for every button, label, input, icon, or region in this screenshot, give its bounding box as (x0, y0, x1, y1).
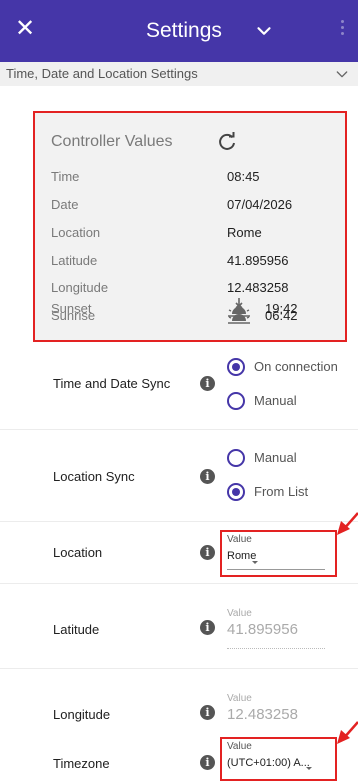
info-icon[interactable]: i (200, 755, 215, 770)
latitude-row: Latitude i Value 41.895956 (0, 584, 358, 669)
radio-on-connection[interactable] (227, 358, 245, 376)
controller-row-date: Date 07/04/2026 (35, 197, 345, 219)
controller-value: 07/04/2026 (227, 197, 293, 212)
section-header[interactable]: Time, Date and Location Settings (0, 62, 358, 86)
controller-value: 08:45 (227, 169, 260, 184)
field-value: 12.483258 (227, 706, 298, 723)
sunset-icon (228, 298, 250, 317)
location-sync-label: Location Sync (53, 469, 135, 484)
info-icon[interactable]: i (200, 469, 215, 484)
time-date-sync-label: Time and Date Sync (53, 376, 171, 391)
info-icon[interactable]: i (200, 376, 215, 391)
radio-manual[interactable] (227, 392, 245, 410)
longitude-field: Value 12.483258 (227, 693, 298, 723)
controller-values-title: Controller Values (51, 133, 173, 150)
info-icon[interactable]: i (200, 620, 215, 635)
longitude-label: Longitude (53, 707, 111, 722)
field-caption: Value (227, 693, 252, 704)
field-value: 41.895956 (227, 621, 298, 638)
time-date-sync-row: Time and Date Sync i On connection Manua… (0, 345, 358, 430)
radio-label-from-list: From List (254, 484, 309, 499)
annotation-arrow-icon (337, 721, 358, 744)
longitude-row: Longitude i Value 12.483258 (0, 669, 358, 733)
controller-value: 41.895956 (227, 253, 289, 268)
radio-label-manual: Manual (254, 450, 297, 465)
field-underline (227, 648, 325, 649)
highlight-box (220, 530, 337, 577)
controller-label: Longitude (51, 280, 109, 295)
controller-row-location: Location Rome (35, 225, 345, 247)
section-title: Time, Date and Location Settings (6, 66, 198, 81)
controller-value: Rome (227, 225, 262, 240)
radio-label-manual: Manual (254, 393, 297, 408)
controller-value: 12.483258 (227, 280, 289, 295)
timezone-label: Timezone (53, 756, 110, 771)
page-title: Settings (146, 19, 222, 42)
highlight-box (220, 737, 337, 781)
location-label: Location (53, 545, 103, 560)
controller-value: 19:42 (265, 301, 298, 316)
radio-manual[interactable] (227, 449, 245, 467)
info-icon[interactable]: i (200, 705, 215, 720)
location-sync-row: Location Sync i Manual From List (0, 430, 358, 522)
controller-row-longitude: Longitude 12.483258 (35, 280, 345, 302)
annotation-arrow-icon (337, 512, 358, 535)
controller-values-header: Controller Values (35, 130, 345, 155)
controller-label: Latitude (51, 253, 98, 268)
latitude-field: Value 41.895956 (227, 608, 325, 649)
radio-label-on-connection: On connection (254, 359, 338, 374)
info-icon[interactable]: i (200, 545, 215, 560)
radio-from-list[interactable] (227, 483, 245, 501)
controller-label: Location (51, 225, 101, 240)
controller-row-latitude: Latitude 41.895956 (35, 253, 345, 275)
field-caption: Value (227, 608, 252, 619)
app-bar: ✕ Settings (0, 0, 358, 62)
controller-row-sunset-visible: Sunset 19:42 (35, 298, 345, 323)
controller-row-time: Time 08:45 (35, 169, 345, 191)
chevron-down-icon[interactable] (334, 66, 350, 82)
refresh-icon[interactable] (215, 130, 239, 154)
controller-label: Time (51, 169, 80, 184)
controller-label: Sunset (51, 301, 92, 316)
latitude-label: Latitude (53, 622, 100, 637)
chevron-down-icon[interactable] (253, 20, 275, 42)
more-vert-icon[interactable] (336, 17, 348, 41)
controller-label: Date (51, 197, 79, 212)
close-icon[interactable]: ✕ (10, 14, 40, 44)
